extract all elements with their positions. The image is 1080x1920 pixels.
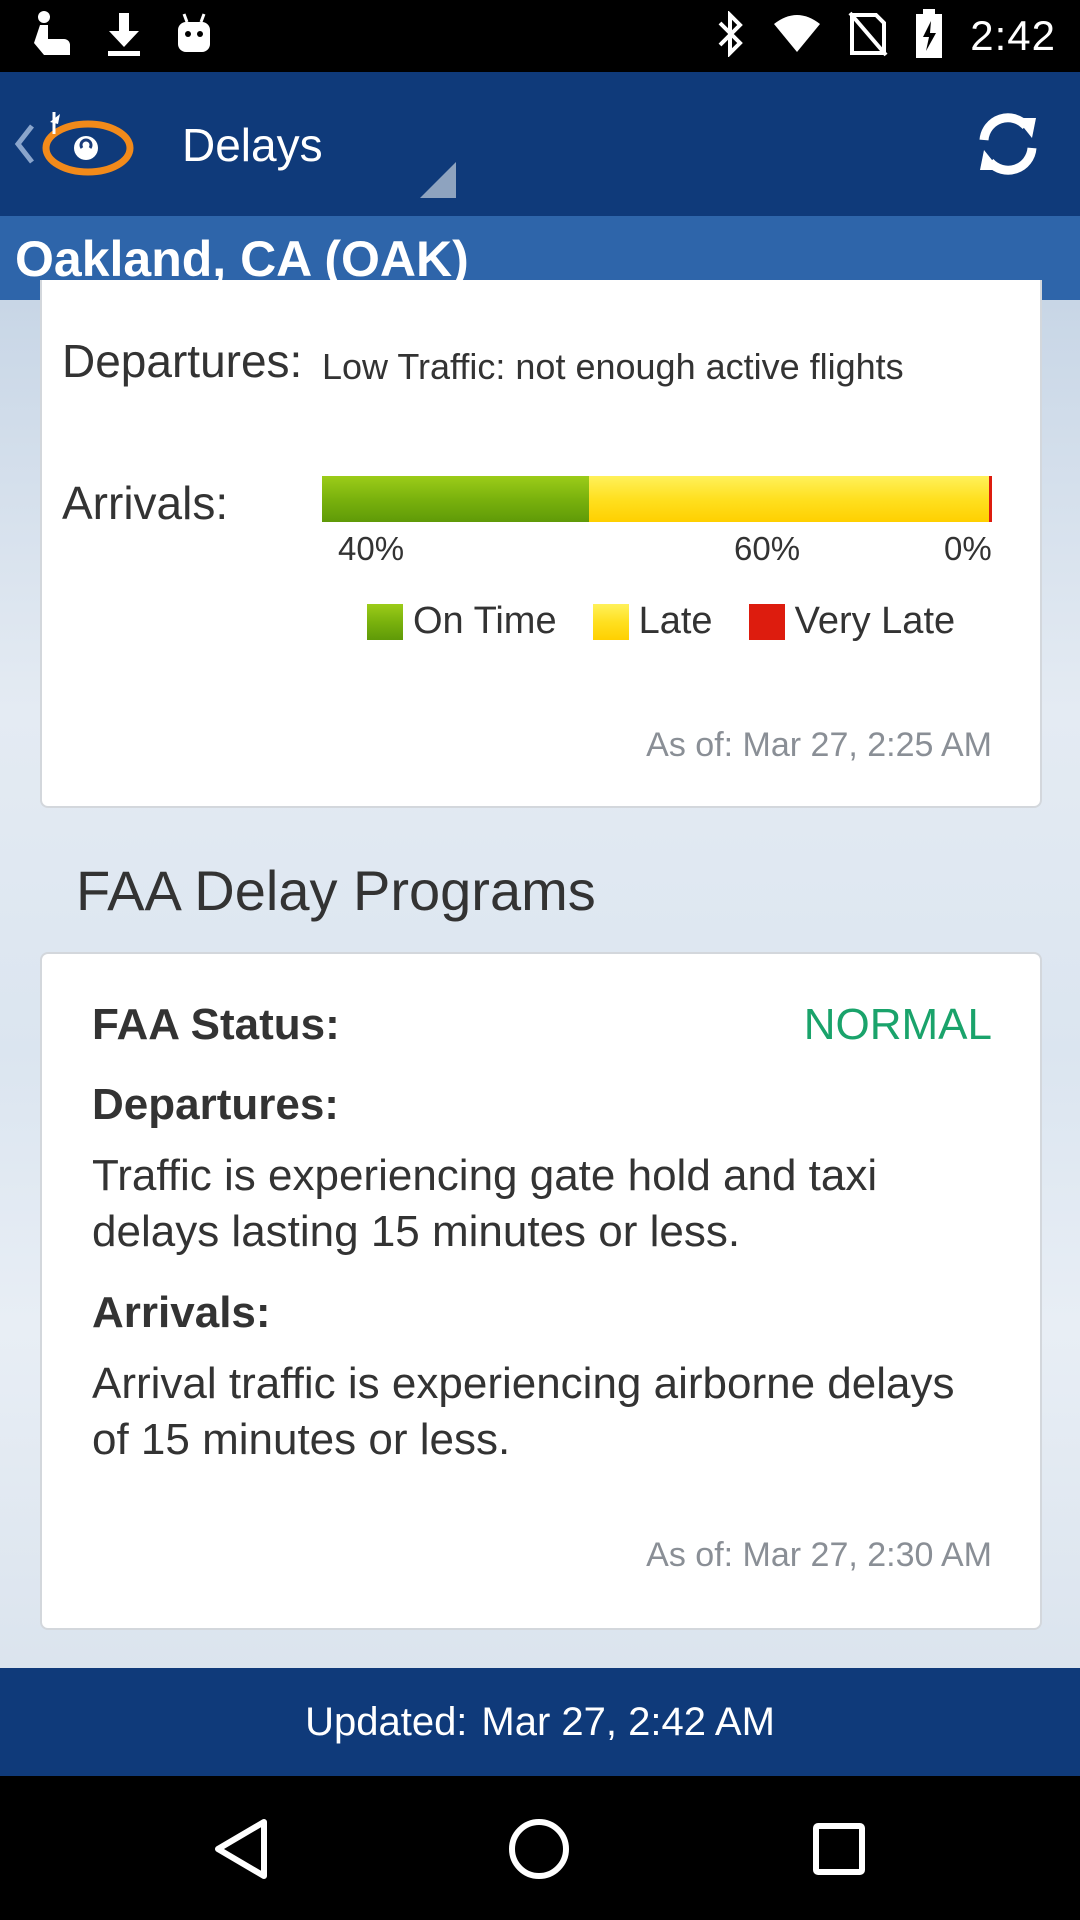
late-segment [588, 476, 989, 522]
legend-swatch [748, 603, 785, 640]
legend-very-late: Very Late [748, 600, 956, 643]
legend-late: Late [592, 600, 713, 643]
status-notifications [30, 10, 214, 62]
dropdown-triangle-icon[interactable] [418, 160, 458, 205]
recents-square-icon [804, 1823, 874, 1888]
bluetooth-icon [716, 9, 746, 62]
back-triangle-icon [206, 1819, 276, 1888]
refresh-icon [970, 113, 1046, 186]
departures-label: Departures: [62, 335, 303, 387]
content-scroll-area[interactable]: Departures: Low Traffic: not enough acti… [0, 280, 1080, 1668]
refresh-button[interactable] [970, 106, 1046, 182]
status-bar: 2:42 [0, 0, 1080, 72]
download-icon [104, 11, 144, 62]
chevron-left-icon [12, 122, 36, 171]
legend-label: Very Late [794, 600, 956, 642]
airport-status-card: Departures: Low Traffic: not enough acti… [40, 280, 1042, 808]
arrivals-delay-bar [322, 476, 992, 522]
faa-departures-text: Traffic is experiencing gate hold and ta… [92, 1151, 878, 1256]
on-time-percent: 40% [338, 530, 405, 567]
system-nav-bar [0, 1776, 1080, 1920]
app-bar: Delays [0, 72, 1080, 216]
status-system-icons: 2:42 [716, 8, 1056, 64]
legend-label: Late [638, 600, 713, 642]
legend-swatch [592, 603, 629, 640]
home-circle-icon [504, 1819, 574, 1888]
faa-section-title: FAA Delay Programs [76, 859, 596, 922]
faa-status-value: NORMAL [803, 1000, 992, 1049]
late-percent: 60% [734, 530, 801, 567]
faa-status-label: FAA Status: [92, 1000, 340, 1049]
updated-value: Mar 27, 2:42 AM [481, 1699, 775, 1744]
legend-swatch [367, 603, 403, 640]
airport-status-timestamp: As of: Mar 27, 2:25 AM [646, 726, 992, 764]
faa-departures-label: Departures: [92, 1080, 339, 1129]
nav-home-button[interactable] [504, 1814, 574, 1884]
wifi-icon [772, 14, 822, 59]
legend-label: On Time [413, 600, 557, 642]
faa-status-card: FAA Status: NORMAL Departures: Traffic i… [40, 952, 1042, 1630]
nav-back-button[interactable] [206, 1814, 276, 1884]
updated-footer: Updated: Mar 27, 2:42 AM [0, 1668, 1080, 1776]
touch-icon [30, 9, 74, 64]
updated-label: Updated: [305, 1699, 468, 1744]
flightview-logo-icon [36, 108, 136, 185]
legend-on-time: On Time [367, 600, 557, 643]
departures-status-text: Low Traffic: not enough active flights [322, 346, 904, 387]
delay-legend: On Time Late Very Late [367, 600, 991, 643]
arrivals-label: Arrivals: [62, 477, 229, 529]
faa-status-timestamp: As of: Mar 27, 2:30 AM [646, 1536, 992, 1574]
on-time-segment [322, 476, 589, 522]
page-title[interactable]: Delays [182, 118, 323, 172]
android-icon [174, 12, 214, 61]
faa-arrivals-label: Arrivals: [92, 1288, 271, 1337]
no-sim-icon [848, 11, 888, 62]
nav-recents-button[interactable] [804, 1814, 874, 1884]
home-up-button[interactable] [12, 108, 136, 185]
very-late-percent: 0% [944, 530, 992, 567]
status-time: 2:42 [970, 12, 1056, 59]
very-late-segment [988, 476, 992, 522]
battery-charging-icon [914, 8, 944, 64]
faa-arrivals-text: Arrival traffic is experiencing airborne… [92, 1359, 955, 1464]
